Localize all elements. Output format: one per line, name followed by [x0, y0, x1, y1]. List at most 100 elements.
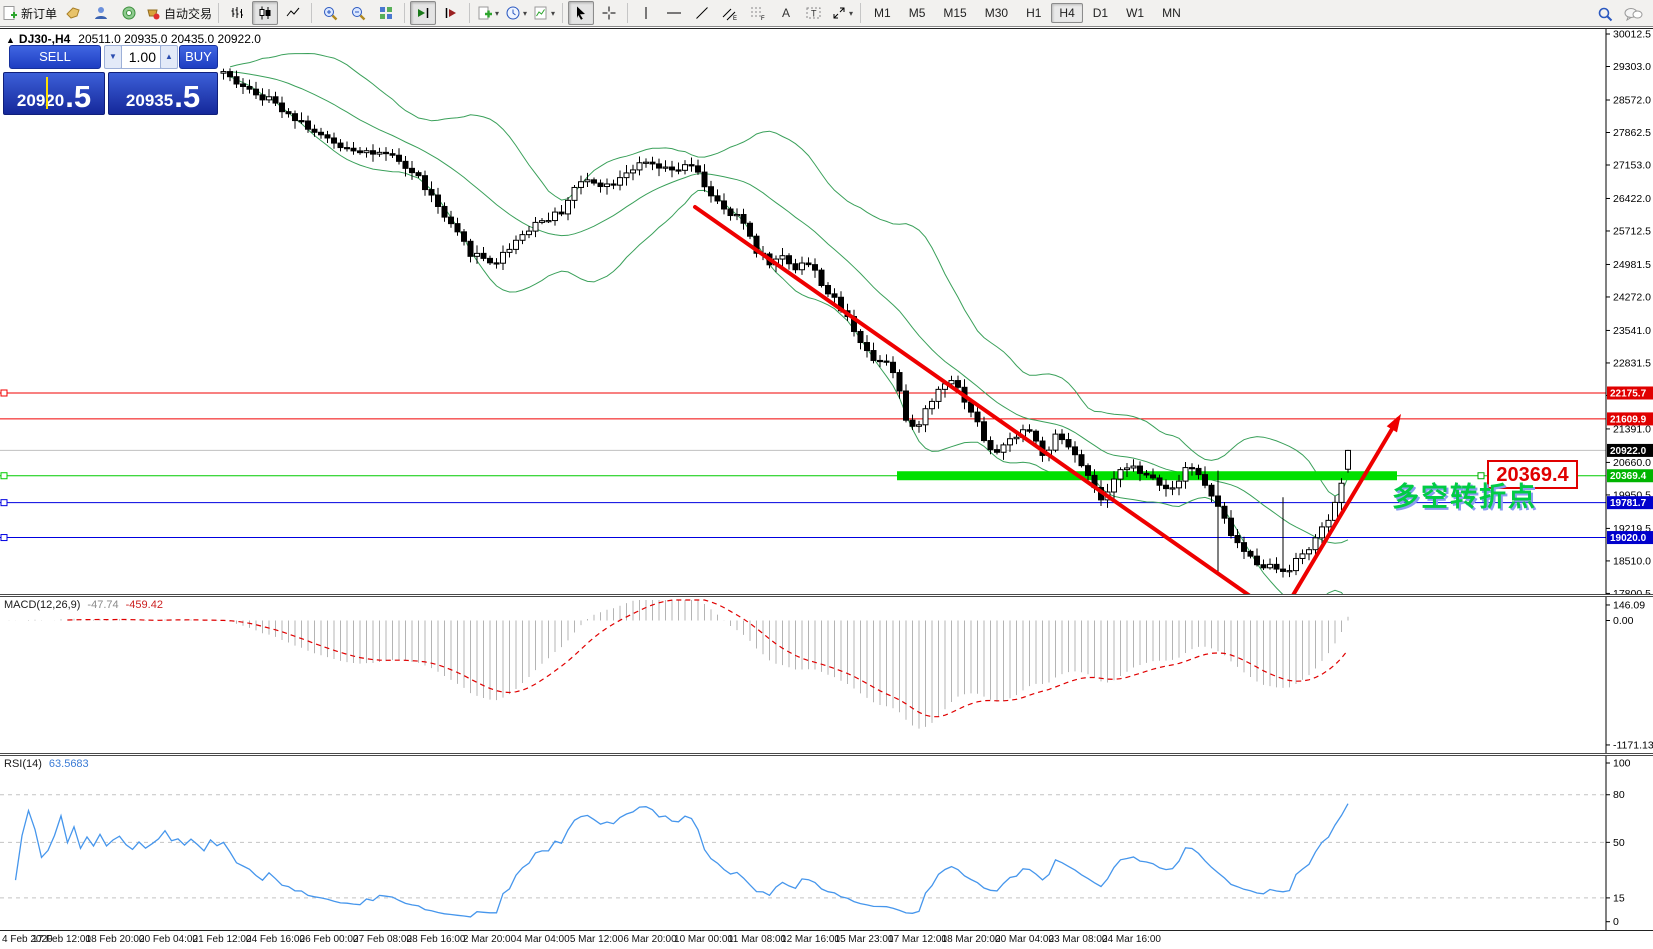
chevron-down-icon: ▾ [523, 9, 527, 18]
chart-window: 30012.529303.028572.027862.527153.026422… [0, 28, 1653, 595]
zoom-in-icon [322, 5, 339, 22]
volume-decrease-button[interactable]: ▼ [104, 45, 122, 69]
svg-text:146.09: 146.09 [1613, 599, 1645, 611]
buy-button[interactable]: BUY [179, 45, 218, 69]
auto-trading-button[interactable]: 自动交易 [144, 1, 213, 25]
chart-shift-icon [443, 5, 459, 21]
svg-text:29303.0: 29303.0 [1613, 61, 1651, 73]
timeframe-m30[interactable]: M30 [977, 3, 1016, 23]
new-order-icon [2, 5, 18, 21]
signals-button[interactable] [116, 1, 142, 25]
timeframe-switcher: M1M5M15M30H1H4D1W1MN [865, 4, 1190, 22]
timeframe-m1[interactable]: M1 [866, 3, 899, 23]
svg-text:50: 50 [1613, 837, 1625, 849]
horizontal-line-button[interactable] [661, 1, 687, 25]
arrows-button[interactable]: ▾ [829, 1, 855, 25]
community-button[interactable] [1620, 2, 1646, 26]
buy-price-button[interactable]: 20935 .5 [108, 72, 218, 115]
cursor-button[interactable] [568, 1, 594, 25]
indicators-button[interactable]: ▾ [475, 1, 501, 25]
collapse-triangle-icon[interactable]: ▲ [6, 35, 15, 45]
fibonacci-button[interactable]: F [745, 1, 771, 25]
vertical-line-icon [639, 5, 653, 21]
vertical-line-button[interactable] [633, 1, 659, 25]
horizontal-line-icon [665, 5, 683, 21]
chart-shift-button[interactable] [438, 1, 464, 25]
tile-windows-icon [378, 5, 394, 21]
svg-text:20922.0: 20922.0 [1610, 446, 1647, 457]
time-axis-label: 10 Mar 00:00 [674, 934, 733, 945]
svg-text:24272.0: 24272.0 [1613, 291, 1651, 303]
candle-chart-button[interactable] [252, 1, 278, 25]
equidistant-channel-button[interactable]: E [717, 1, 743, 25]
rsi-panel: 1008050150 RSI(14)63.5683 [0, 756, 1653, 930]
market-watch-button[interactable] [60, 1, 86, 25]
svg-text:26422.0: 26422.0 [1613, 193, 1651, 205]
trend-line-button[interactable] [689, 1, 715, 25]
time-axis-label: 24 Feb 16:00 [246, 934, 305, 945]
buy-price-frac: .5 [174, 83, 200, 111]
timeframe-d1[interactable]: D1 [1085, 3, 1116, 23]
time-axis-label: 27 Feb 08:00 [353, 934, 412, 945]
turning-point-annotation[interactable]: 多空转折点 [1392, 475, 1537, 514]
timeframe-h4[interactable]: H4 [1051, 3, 1082, 23]
new-order-label: 新订单 [21, 5, 57, 22]
svg-text:100: 100 [1613, 758, 1631, 770]
sell-price-button[interactable]: 20920 .5 [3, 72, 105, 115]
auto-trading-icon [145, 5, 161, 21]
auto-scroll-button[interactable] [410, 1, 436, 25]
sell-button[interactable]: SELL [9, 45, 101, 69]
search-button[interactable] [1592, 2, 1618, 26]
timeframe-h1[interactable]: H1 [1018, 3, 1049, 23]
macd-plot-area[interactable]: 146.090.00-1171.13 [0, 597, 1653, 753]
svg-text:18510.0: 18510.0 [1613, 555, 1651, 567]
svg-text:0: 0 [1613, 916, 1619, 928]
zoom-out-icon [350, 5, 367, 22]
periods-button[interactable]: ▾ [503, 1, 529, 25]
text-label-button[interactable]: T [801, 1, 827, 25]
line-chart-icon [285, 5, 301, 21]
svg-text:E: E [733, 16, 737, 21]
new-order-button[interactable]: 新订单 [1, 1, 58, 25]
search-icon [1597, 6, 1614, 23]
tile-windows-button[interactable] [373, 1, 399, 25]
svg-text:28572.0: 28572.0 [1613, 94, 1651, 106]
auto-scroll-icon [415, 5, 431, 21]
zoom-in-button[interactable] [317, 1, 343, 25]
periods-clock-icon [505, 5, 521, 21]
svg-text:30012.5: 30012.5 [1613, 29, 1651, 41]
time-axis[interactable]: 4 Feb 202017 Feb 12:0018 Feb 20:0020 Feb… [0, 930, 1653, 949]
templates-button[interactable]: ▾ [531, 1, 557, 25]
svg-text:80: 80 [1613, 789, 1625, 801]
macd-main-value: -47.74 [87, 599, 118, 611]
volume-increase-button[interactable]: ▲ [160, 45, 178, 69]
timeframe-m15[interactable]: M15 [935, 3, 974, 23]
crosshair-button[interactable] [596, 1, 622, 25]
time-axis-label: 2 Mar 20:00 [463, 934, 516, 945]
text-icon: A [779, 5, 793, 21]
timeframe-mn[interactable]: MN [1154, 3, 1189, 23]
timeframe-w1[interactable]: W1 [1118, 3, 1152, 23]
text-button[interactable]: A [773, 1, 799, 25]
macd-panel: 146.090.00-1171.13 MACD(12,26,9)-47.74-4… [0, 597, 1653, 753]
bar-chart-button[interactable] [224, 1, 250, 25]
time-axis-label: 28 Feb 16:00 [407, 934, 466, 945]
time-axis-label: 18 Feb 20:00 [86, 934, 145, 945]
macd-label: MACD(12,26,9)-47.74-459.42 [4, 599, 163, 611]
templates-icon [533, 5, 549, 21]
svg-text:22175.7: 22175.7 [1610, 388, 1647, 399]
chat-bubbles-icon [1623, 6, 1643, 23]
zoom-out-button[interactable] [345, 1, 371, 25]
equidistant-channel-icon: E [721, 5, 739, 21]
sell-price-frac: .5 [65, 83, 91, 111]
navigator-button[interactable] [88, 1, 114, 25]
line-chart-button[interactable] [280, 1, 306, 25]
rsi-plot-area[interactable]: 1008050150 [0, 756, 1653, 930]
sell-price-main: 20920 [17, 91, 64, 111]
svg-text:T: T [811, 9, 817, 19]
chart-ohlc: 20511.0 20935.0 20435.0 20922.0 [78, 32, 261, 46]
timeframe-m5[interactable]: M5 [901, 3, 934, 23]
buy-price-main: 20935 [126, 91, 173, 111]
time-axis-label: 21 Feb 12:00 [193, 934, 252, 945]
volume-input[interactable] [121, 45, 161, 69]
